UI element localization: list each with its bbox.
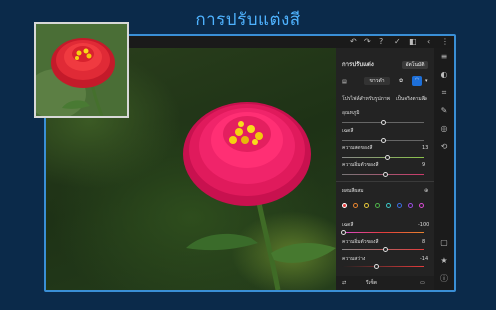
before-flower-photo	[36, 24, 127, 116]
target-icon[interactable]: ⊕	[424, 188, 428, 194]
edit-panel: การปรับแต่ง อัตโนมัติ ▤ ขาวดำ ✿ ◠ ▾ โปรไ…	[336, 48, 434, 290]
slider-value: -14	[420, 256, 429, 262]
slider-value: 8	[422, 239, 426, 245]
slider-handle[interactable]	[385, 155, 390, 160]
swatch-yellow[interactable]	[364, 203, 369, 208]
color-mode-button[interactable]: ◠	[412, 76, 422, 86]
swatch-red[interactable]	[342, 203, 347, 208]
more-icon[interactable]: ⋮	[441, 37, 449, 47]
slider-handle[interactable]	[374, 264, 379, 269]
undo-icon[interactable]: ↶	[350, 37, 357, 47]
help-icon[interactable]: ?	[379, 37, 383, 47]
redo-icon[interactable]: ↷	[364, 37, 371, 47]
comment-icon[interactable]: ▢	[439, 238, 449, 248]
chevron-down-icon[interactable]: ▾	[425, 78, 428, 84]
slider-label: เฉดสี	[342, 128, 354, 134]
swatch-orange[interactable]	[353, 203, 358, 208]
check-icon[interactable]: ✓	[394, 37, 401, 47]
panel-divider	[336, 181, 434, 182]
presets-icon[interactable]: ⇄	[342, 280, 346, 286]
compare-icon[interactable]: ◧	[409, 37, 417, 47]
history-icon[interactable]: ⟲	[439, 142, 449, 152]
slider-handle[interactable]	[341, 230, 346, 235]
eyedropper-icon[interactable]: ⌀	[424, 96, 427, 102]
profile-label: โปรไฟล์สำหรับรูปภาพ	[342, 96, 390, 102]
slider-label: ความสดของสี	[342, 145, 373, 151]
presets-icon[interactable]: ◐	[439, 70, 449, 80]
preset-select[interactable]: ขาวดำ	[364, 77, 390, 85]
info-icon[interactable]: ⓘ	[439, 274, 449, 284]
before-preview[interactable]	[34, 22, 129, 118]
brush-icon[interactable]: ✎	[439, 106, 449, 116]
swatch-green[interactable]	[375, 203, 380, 208]
slider-label: อุณหภูมิ	[342, 110, 360, 116]
slider-value: 13	[422, 145, 429, 151]
reset-button[interactable]: รีเซ็ต	[366, 280, 377, 286]
preset-icon[interactable]: ▤	[342, 79, 347, 85]
slider-label: ความอิ่มตัวของสี	[342, 239, 379, 245]
tool-rail: ≡ ◐ ⌗ ✎ ◎ ⟲ ▢ ★ ⓘ	[434, 48, 454, 290]
share-icon[interactable]: ‹	[427, 37, 430, 47]
swatch-aqua[interactable]	[386, 203, 391, 208]
slider-track[interactable]	[342, 157, 424, 158]
mix-title: ผสมสีผสม	[342, 188, 364, 194]
palette-icon[interactable]: ✿	[399, 78, 403, 84]
swatch-blue[interactable]	[397, 203, 402, 208]
slider-handle[interactable]	[383, 247, 388, 252]
slider-track[interactable]	[342, 232, 424, 233]
slider-handle[interactable]	[383, 172, 388, 177]
panel-footer: ⇄ รีเซ็ต ▭	[336, 276, 434, 290]
auto-button[interactable]: อัตโนมัติ	[402, 61, 428, 69]
star-icon[interactable]: ★	[439, 256, 449, 266]
swatch-purple[interactable]	[408, 203, 413, 208]
slider-value: -100	[418, 222, 430, 228]
slider-track[interactable]	[342, 266, 424, 267]
swatch-magenta[interactable]	[419, 203, 424, 208]
panel-title: การปรับแต่ง	[342, 61, 374, 68]
edit-icon[interactable]: ≡	[439, 52, 449, 62]
slider-handle[interactable]	[381, 138, 386, 143]
mask-icon[interactable]: ◎	[439, 124, 449, 134]
copy-icon[interactable]: ▭	[420, 280, 425, 286]
slider-label: ความอิ่มตัวของสี	[342, 162, 379, 168]
slider-label: เฉดสี	[342, 222, 354, 228]
slider-label: ความสว่าง	[342, 256, 366, 262]
slider-value: 9	[422, 162, 426, 168]
slider-handle[interactable]	[381, 120, 386, 125]
profile-select[interactable]: เป็นจริงตามสี	[396, 96, 425, 102]
crop-icon[interactable]: ⌗	[439, 88, 449, 98]
